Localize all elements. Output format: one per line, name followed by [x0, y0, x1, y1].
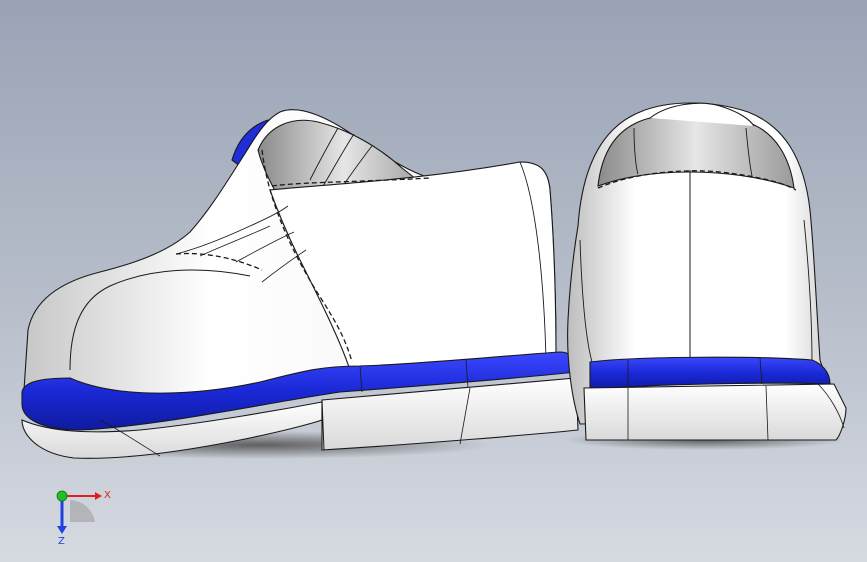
- right-shoe-heel-block: [583, 383, 847, 441]
- orientation-triad[interactable]: X Z: [40, 480, 120, 550]
- 3d-viewport[interactable]: X Z: [0, 0, 867, 562]
- y-axis-dot: [56, 490, 68, 502]
- triad-shadow-arc: [70, 500, 95, 522]
- x-axis-arrow: [95, 492, 102, 500]
- z-axis-arrow: [57, 526, 67, 534]
- shoe-model-scene: [0, 0, 867, 562]
- z-axis-label: Z: [58, 536, 65, 547]
- x-axis-label: X: [104, 490, 111, 501]
